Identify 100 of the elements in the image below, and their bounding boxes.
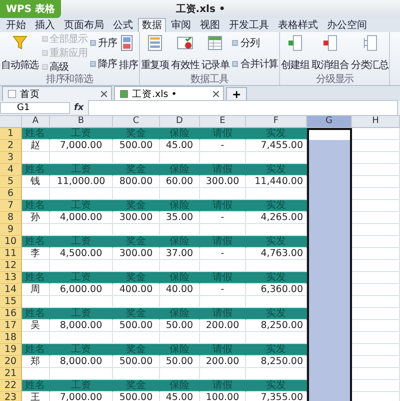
group-label: 分级显示 [314, 74, 355, 85]
selected-cell[interactable] [307, 140, 352, 152]
header-cell: 奖金 [113, 344, 160, 356]
table-check-icon [176, 34, 194, 52]
table-cell: 8,250.00 [246, 320, 307, 332]
header-cell: 请假 [200, 272, 246, 284]
row-header[interactable]: 4 [0, 164, 22, 176]
document-tab[interactable]: 首页 [2, 86, 112, 101]
row-header[interactable]: 19 [0, 344, 22, 356]
row-header[interactable]: 13 [0, 272, 22, 284]
row-header[interactable]: 21 [0, 368, 22, 380]
ribbon-button[interactable]: 合并计算 [231, 56, 278, 70]
ribbon-button[interactable]: 分列 [231, 36, 278, 50]
row-header[interactable]: 11 [0, 248, 22, 260]
table-cell: 7,000.00 [50, 140, 113, 152]
table-cell: - [200, 140, 246, 152]
header-cell: 保险 [160, 128, 200, 140]
row-header[interactable]: 22 [0, 380, 22, 392]
table-cell: 50.00 [160, 320, 200, 332]
row-header[interactable]: 10 [0, 236, 22, 248]
menu-tab[interactable]: 审阅 [167, 18, 195, 32]
table-cell: 300.00 [200, 176, 246, 188]
close-icon[interactable] [101, 91, 107, 97]
menu-tab[interactable]: 办公空间 [323, 18, 371, 32]
row-header[interactable]: 20 [0, 356, 22, 368]
active-cell[interactable] [307, 128, 352, 140]
close-icon[interactable] [213, 91, 219, 97]
table-cell: 200.00 [200, 320, 246, 332]
menu-tab[interactable]: 开发工具 [225, 18, 273, 32]
menu-tab[interactable]: 插入 [31, 18, 59, 32]
ribbon-button[interactable]: 取消组合 [311, 32, 349, 74]
row-header[interactable]: 23 [0, 392, 22, 401]
ribbon-button[interactable]: 有效性 [171, 32, 200, 74]
ribbon-button[interactable]: 分类汇总 [350, 32, 388, 74]
table-cell: 11,440.00 [246, 176, 307, 188]
table-cell: 300.00 [113, 212, 160, 224]
group-icon [286, 34, 304, 52]
row-header[interactable]: 1 [0, 128, 22, 140]
ribbon-button[interactable]: 高级 [40, 60, 88, 74]
ribbon-button[interactable]: 升序 [89, 36, 118, 50]
column-header[interactable]: B [50, 116, 113, 128]
function-label[interactable]: fx [74, 103, 84, 113]
table-cell: 40.00 [160, 284, 200, 296]
ribbon-button[interactable]: 创建组 [281, 32, 310, 74]
row-header[interactable]: 8 [0, 212, 22, 224]
column-header[interactable]: E [200, 116, 246, 128]
table-cell: - [200, 248, 246, 260]
row-header[interactable]: 6 [0, 188, 22, 200]
table-cell: 8,250.00 [246, 356, 307, 368]
ribbon-button[interactable]: 记录单 [201, 32, 230, 74]
name-box[interactable]: G1 [0, 102, 70, 114]
document-tab[interactable]: 工资.xls • [114, 86, 224, 101]
row-header[interactable]: 14 [0, 284, 22, 296]
row-header[interactable]: 3 [0, 152, 22, 164]
column-header[interactable]: H [352, 116, 400, 128]
ribbon-button[interactable]: 自动筛选 [1, 32, 39, 74]
funnel-icon [10, 34, 29, 52]
menu-tab[interactable]: 开始 [2, 18, 30, 32]
header-cell: 请假 [200, 164, 246, 176]
table-cell: 500.00 [113, 140, 160, 152]
row-header[interactable]: 7 [0, 200, 22, 212]
group-label: 数据工具 [190, 74, 230, 85]
new-tab-button[interactable]: + [226, 86, 248, 100]
row-header[interactable]: 9 [0, 224, 22, 236]
selected-cell[interactable] [307, 392, 352, 401]
table-cell: 郑 [22, 356, 50, 368]
menu-tab[interactable]: 页面布局 [60, 18, 108, 32]
column-header[interactable]: F [246, 116, 307, 128]
menu-tab[interactable]: 视图 [196, 18, 224, 32]
row-header[interactable]: 18 [0, 332, 22, 344]
row-header[interactable]: 12 [0, 260, 22, 272]
menu-tab[interactable]: 公式 [109, 18, 137, 32]
header-cell: 保险 [160, 236, 200, 248]
table-cell: 吴 [22, 320, 50, 332]
ribbon-button[interactable]: 重复项 [140, 32, 170, 74]
header-cell: 请假 [200, 380, 246, 392]
row-header[interactable]: 17 [0, 320, 22, 332]
row-header[interactable]: 5 [0, 176, 22, 188]
row-header[interactable]: 2 [0, 140, 22, 152]
menu-tab[interactable]: 表格样式 [274, 18, 322, 32]
menu-tab[interactable]: 数据 [138, 18, 166, 32]
ribbon-button[interactable]: 降序 [89, 56, 118, 70]
row-header[interactable]: 15 [0, 296, 22, 308]
ribbon-button[interactable]: 排序 [119, 32, 138, 74]
header-cell: 保险 [160, 164, 200, 176]
header-cell: 姓名 [22, 128, 50, 140]
column-header[interactable]: C [113, 116, 160, 128]
table-cell: 7,455.00 [246, 140, 307, 152]
table-icon [146, 34, 164, 52]
column-header[interactable]: D [160, 116, 200, 128]
formula-field[interactable] [88, 100, 398, 116]
table-cell: 4,000.00 [50, 212, 113, 224]
table-cell: 300.00 [113, 248, 160, 260]
table-cell: 500.00 [113, 356, 160, 368]
column-header[interactable]: A [22, 116, 50, 128]
column-header[interactable]: G [307, 116, 352, 128]
table-cell: 500.00 [113, 320, 160, 332]
corner-cell[interactable] [0, 116, 22, 128]
header-cell: 请假 [200, 128, 246, 140]
row-header[interactable]: 16 [0, 308, 22, 320]
